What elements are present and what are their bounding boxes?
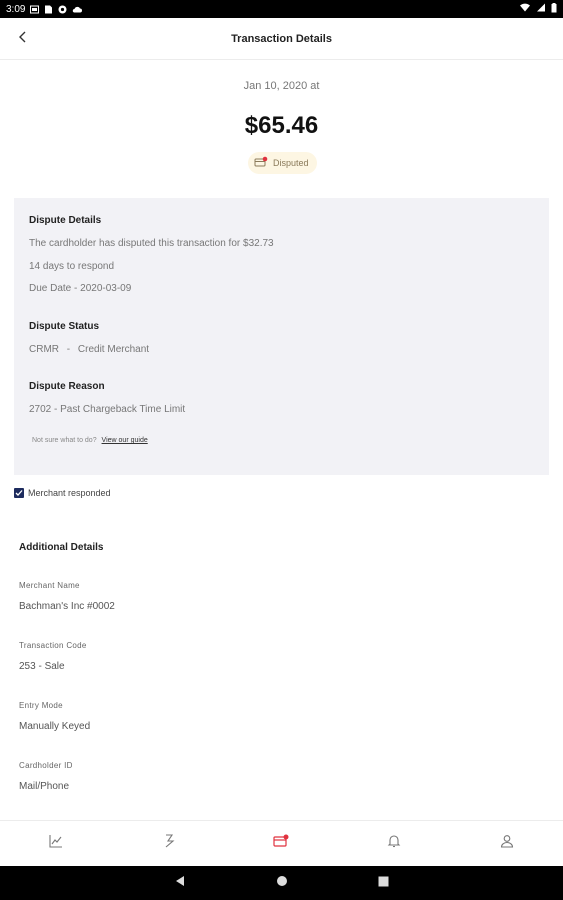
dispute-details-text: The cardholder has disputed this transac…: [29, 238, 274, 249]
signal-icon: [536, 3, 545, 15]
triangle-back-icon: [175, 874, 185, 892]
system-navigation-bar: [0, 866, 563, 900]
help-text: Not sure what to do? View our guide: [32, 437, 148, 444]
dispute-status-code: CRMR: [29, 344, 59, 355]
entry-mode-label: Entry Mode: [19, 701, 63, 710]
tab-profile[interactable]: [450, 821, 563, 866]
recents-square-icon: [378, 874, 389, 892]
dispute-status-heading: Dispute Status: [29, 321, 100, 332]
app-notification-icon: [58, 5, 67, 14]
view-guide-link[interactable]: View our guide: [102, 437, 148, 444]
chart-icon: [49, 834, 63, 853]
sim-icon: [44, 5, 53, 14]
chevron-left-icon: [18, 30, 28, 48]
merchant-responded-label: Merchant responded: [28, 488, 111, 498]
status-badge-label: Disputed: [273, 158, 309, 168]
tab-notifications[interactable]: [338, 821, 451, 866]
transaction-code-value: 253 - Sale: [19, 661, 65, 672]
bottom-navigation: [0, 820, 563, 866]
merchant-responded-checkbox[interactable]: Merchant responded: [14, 488, 111, 498]
days-to-respond: 14 days to respond: [29, 261, 115, 272]
app-bar: Transaction Details: [0, 18, 563, 60]
battery-icon: [551, 2, 557, 16]
merchant-name-label: Merchant Name: [19, 581, 80, 590]
dispute-reason-text: 2702 - Past Chargeback Time Limit: [29, 404, 186, 415]
page-title: Transaction Details: [231, 32, 332, 45]
notification-icon: [30, 5, 40, 14]
dispute-status-separator: -: [66, 344, 71, 355]
transaction-amount: $65.46: [244, 112, 319, 139]
profile-icon: [500, 834, 514, 853]
dispute-panel: Dispute Details The cardholder has dispu…: [14, 198, 549, 475]
entry-mode-value: Manually Keyed: [19, 721, 91, 732]
disputes-icon: [273, 834, 289, 853]
due-date: Due Date - 2020-03-09: [29, 283, 132, 294]
status-bar: 3:09: [0, 0, 563, 18]
cardholder-id-value: Mail/Phone: [19, 781, 70, 792]
dispute-reason-heading: Dispute Reason: [29, 381, 105, 392]
wifi-icon: [520, 3, 530, 15]
bell-icon: [387, 834, 401, 853]
help-prompt: Not sure what to do?: [32, 437, 97, 444]
tab-disputes[interactable]: [225, 821, 338, 866]
dispute-details-heading: Dispute Details: [29, 215, 102, 226]
transaction-date: Jan 10, 2020 at: [243, 80, 320, 92]
additional-details-heading: Additional Details: [19, 542, 104, 553]
transaction-code-label: Transaction Code: [19, 641, 87, 650]
tab-transactions[interactable]: [113, 821, 226, 866]
dispute-status-text: Credit Merchant: [77, 344, 150, 355]
back-button[interactable]: [12, 28, 34, 50]
checkbox-checked-icon: [14, 488, 24, 498]
system-back-button[interactable]: [168, 871, 192, 895]
cardholder-id-label: Cardholder ID: [19, 761, 73, 770]
system-recents-button[interactable]: [372, 871, 396, 895]
tab-reports[interactable]: [0, 821, 113, 866]
dispute-status-value: CRMR - Credit Merchant: [29, 344, 149, 355]
cloud-icon: [72, 5, 83, 14]
disputed-card-icon: [254, 156, 268, 170]
status-badge: Disputed: [248, 152, 317, 174]
system-home-button[interactable]: [270, 871, 294, 895]
transactions-icon: [162, 834, 176, 853]
merchant-name-value: Bachman's Inc #0002: [19, 601, 115, 612]
home-circle-icon: [276, 874, 288, 892]
status-time: 3:09: [6, 3, 26, 15]
